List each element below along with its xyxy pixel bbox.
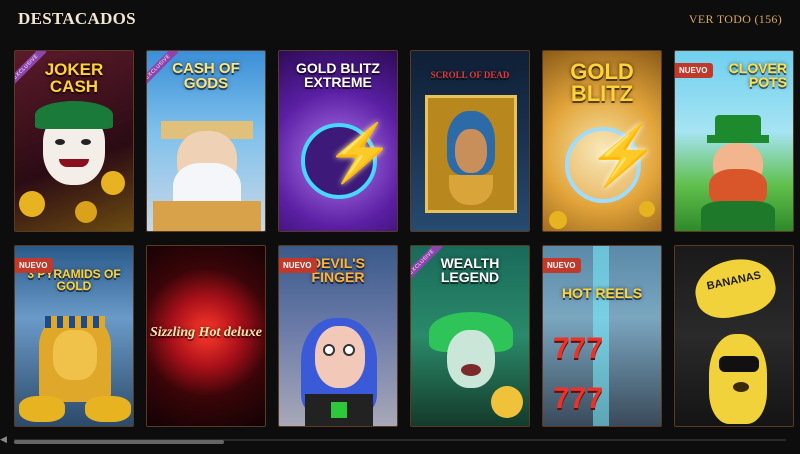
game-tile-devils-finger[interactable]: DEVIL'S FINGER NUEVO bbox=[278, 245, 398, 427]
new-badge: NUEVO bbox=[279, 258, 318, 273]
game-tile-cash-of-gods[interactable]: CASH OF GODS EXCLUSIVE bbox=[146, 50, 266, 232]
scroll-thumb[interactable] bbox=[14, 440, 224, 444]
game-logo: GOLD BLITZ bbox=[570, 59, 634, 106]
game-logo: GOLD BLITZ EXTREME bbox=[296, 60, 380, 90]
section-header: DESTACADOS VER TODO (156) bbox=[0, 0, 800, 38]
game-tile-gold-blitz[interactable]: ⚡ GOLD BLITZ bbox=[542, 50, 662, 232]
game-tile-joker-cash[interactable]: JOKER CASH EXCLUSIVE bbox=[14, 50, 134, 232]
see-all-link[interactable]: VER TODO (156) bbox=[689, 12, 782, 27]
section-title: DESTACADOS bbox=[18, 9, 136, 28]
game-logo: CLOVER POTS bbox=[728, 60, 787, 90]
game-artwork: 777 777 bbox=[543, 246, 661, 426]
games-grid: JOKER CASH EXCLUSIVE CASH OF GODS EXCLUS… bbox=[14, 50, 794, 427]
new-badge: NUEVO bbox=[543, 258, 582, 273]
scroll-left-icon[interactable]: ◀ bbox=[0, 434, 7, 445]
game-tile-hot-reels[interactable]: 777 777 HOT REELS NUEVO bbox=[542, 245, 662, 427]
game-tile-scroll-of-dead[interactable]: SCROLL OF DEAD bbox=[410, 50, 530, 232]
game-logo: SCROLL OF DEAD bbox=[430, 70, 510, 80]
game-tile-bananas[interactable]: BANANAS bbox=[674, 245, 794, 427]
game-tile-gold-blitz-extreme[interactable]: ⚡ GOLD BLITZ EXTREME bbox=[278, 50, 398, 232]
new-badge: NUEVO bbox=[15, 258, 54, 273]
game-logo: JOKER CASH bbox=[44, 60, 104, 96]
new-badge: NUEVO bbox=[675, 63, 714, 78]
horizontal-scrollbar[interactable]: ◀ bbox=[0, 434, 800, 445]
game-tile-clover-pots[interactable]: CLOVER POTS NUEVO bbox=[674, 50, 794, 232]
game-tile-wealth-legend[interactable]: WEALTH LEGEND EXCLUSIVE bbox=[410, 245, 530, 427]
game-logo: Sizzling Hot deluxe bbox=[149, 325, 263, 340]
game-logo: HOT REELS bbox=[561, 285, 643, 301]
game-tile-pyramids-of-gold[interactable]: 3 PYRAMIDS OF GOLD NUEVO bbox=[14, 245, 134, 427]
scroll-track[interactable] bbox=[14, 439, 786, 444]
game-tile-sizzling-hot-deluxe[interactable]: Sizzling Hot deluxe bbox=[146, 245, 266, 427]
